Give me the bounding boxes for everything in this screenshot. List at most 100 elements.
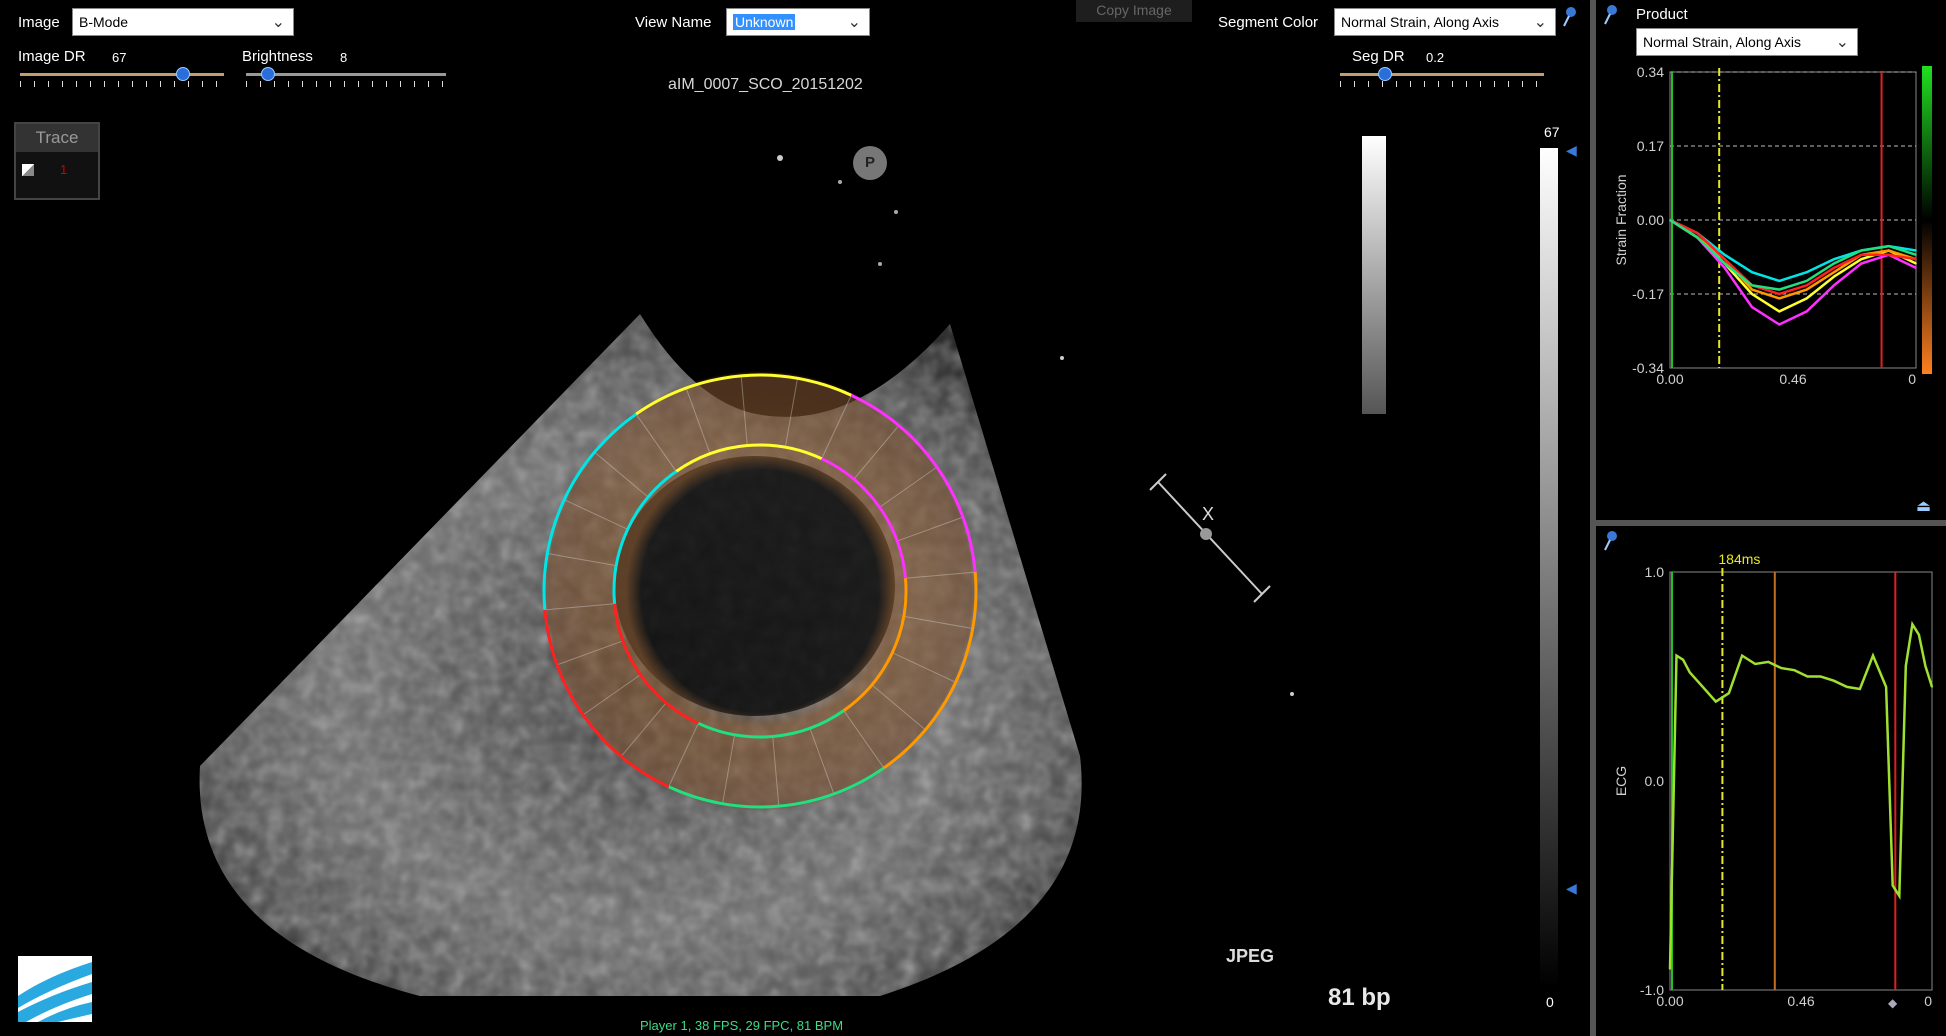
chevron-down-icon: ⌄ [1533, 14, 1547, 31]
y-axis-label: ECG [1613, 766, 1629, 796]
strain-panel: Product Normal Strain, Along Axis ⌄ 0.34… [1596, 0, 1946, 522]
image-dr-slider-knob[interactable] [175, 67, 190, 81]
data-point [1778, 293, 1781, 295]
data-point [1682, 658, 1684, 661]
gray-scale-bottom-arrow-icon[interactable]: ◀ [1566, 880, 1577, 897]
data-point [1723, 254, 1726, 256]
series-line-2[interactable] [1669, 218, 1917, 313]
x-tick-label: 0.46 [1787, 993, 1814, 1009]
image-title: aIM_0007_SCO_20151202 [668, 76, 863, 93]
gray-scale-bar [1362, 136, 1386, 414]
data-point [1767, 661, 1770, 663]
data-point [1675, 654, 1678, 657]
strain-chart[interactable]: 0.340.170.00-0.17-0.340.00 0.46 0Strain Fr… [1596, 64, 1946, 514]
data-point [1860, 258, 1863, 260]
data-point [1806, 675, 1809, 678]
data-point [1728, 692, 1730, 695]
data-point [1696, 232, 1699, 234]
calliper-tool[interactable]: X [1140, 468, 1280, 618]
data-point [1715, 700, 1717, 703]
data-point [1805, 284, 1808, 287]
data-point [1915, 267, 1917, 269]
data-point [1741, 654, 1743, 657]
data-point [1915, 258, 1917, 260]
copy-image-button[interactable]: Copy Image [1076, 0, 1192, 22]
data-point [1778, 323, 1781, 326]
segment-color-select[interactable]: Normal Strain, Along Axis ⌄ [1334, 8, 1556, 36]
data-point [1805, 280, 1808, 282]
seg-dr-slider[interactable] [1340, 66, 1544, 88]
data-point [1805, 288, 1808, 291]
data-point [1898, 895, 1901, 897]
data-point [1887, 254, 1890, 256]
data-point [1778, 280, 1781, 282]
data-point [1688, 671, 1691, 674]
data-point [1751, 306, 1753, 308]
ecg-chart[interactable]: 1.00.0-1.00.00 0.46 0ECG184ms [1596, 546, 1946, 1016]
data-point [1846, 686, 1848, 688]
product-value: Normal Strain, Along Axis [1643, 34, 1801, 50]
y-tick-label: 0.17 [1637, 138, 1664, 154]
y-axis-label: Strain Fraction [1613, 174, 1629, 265]
pin-icon[interactable] [1602, 4, 1618, 26]
data-point [1819, 675, 1822, 678]
image-dr-label: Image DR [18, 48, 86, 65]
series-line-3[interactable] [1669, 218, 1917, 300]
data-point [1872, 654, 1874, 657]
ultrasound-image [199, 155, 1294, 996]
bpm-overlay: 81 bp [1328, 984, 1391, 1011]
brightness-label: Brightness [242, 48, 313, 65]
data-point [1723, 267, 1726, 269]
time-cursor-label: 184ms [1715, 64, 1757, 67]
product-select[interactable]: Normal Strain, Along Axis ⌄ [1636, 28, 1858, 56]
gray-scale-min: 0 [1546, 994, 1554, 1010]
x-tick-label: 0.46 [1779, 371, 1806, 387]
data-point [1754, 663, 1756, 665]
image-dr-slider[interactable] [20, 66, 224, 88]
ecg-panel: 1.0 0.0 -1.0 0.00 0.46 0 ECG 184ms ◆ [1596, 526, 1946, 1036]
data-point [1833, 271, 1835, 274]
series-line-0[interactable] [1668, 620, 1934, 970]
data-point [1723, 262, 1726, 265]
view-name-value: Unknown [733, 14, 796, 30]
seg-dr-value: 0.2 [1426, 50, 1445, 65]
gray-scale-ramp [1540, 148, 1558, 988]
view-name-label: View Name [635, 14, 712, 31]
data-point [1915, 254, 1917, 256]
data-point [1751, 271, 1753, 274]
view-name-select[interactable]: Unknown ⌄ [726, 8, 870, 36]
data-point [1833, 267, 1835, 269]
x-tick-label: 0 [1924, 993, 1932, 1009]
diamond-icon[interactable]: ◆ [1888, 996, 1897, 1010]
data-point [1924, 665, 1927, 667]
seg-dr-slider-knob[interactable] [1378, 67, 1392, 81]
data-point [1832, 679, 1835, 682]
brightness-slider[interactable] [246, 66, 446, 88]
series-line-0[interactable] [1669, 218, 1917, 283]
data-point [1805, 271, 1808, 274]
product-label: Product [1636, 6, 1688, 23]
segment-color-value: Normal Strain, Along Axis [1341, 14, 1499, 30]
brightness-slider-knob[interactable] [260, 67, 275, 81]
data-point [1918, 633, 1920, 636]
time-cursor-label: 184ms [1718, 551, 1760, 567]
data-point [1778, 297, 1781, 300]
eject-icon[interactable]: ⏏ [1916, 496, 1931, 516]
format-label: JPEG [1226, 946, 1275, 966]
data-point [1887, 245, 1890, 247]
segment-color-label: Segment Color [1218, 14, 1319, 31]
data-point [1701, 686, 1704, 688]
series-line-1[interactable] [1669, 218, 1917, 326]
calliper-label: X [1202, 504, 1215, 524]
data-point [1859, 688, 1861, 690]
data-point [1751, 293, 1753, 295]
data-point [1887, 249, 1890, 252]
gray-scale-top-arrow-icon[interactable]: ◀ [1566, 142, 1577, 159]
chevron-down-icon: ⌄ [271, 14, 285, 31]
pin-icon[interactable] [1562, 6, 1576, 28]
ultrasound-viewport[interactable]: P X [0, 96, 1340, 1016]
data-point [1833, 284, 1835, 287]
data-point [1805, 297, 1808, 300]
data-point [1696, 236, 1699, 239]
image-mode-select[interactable]: B-Mode ⌄ [72, 8, 294, 36]
